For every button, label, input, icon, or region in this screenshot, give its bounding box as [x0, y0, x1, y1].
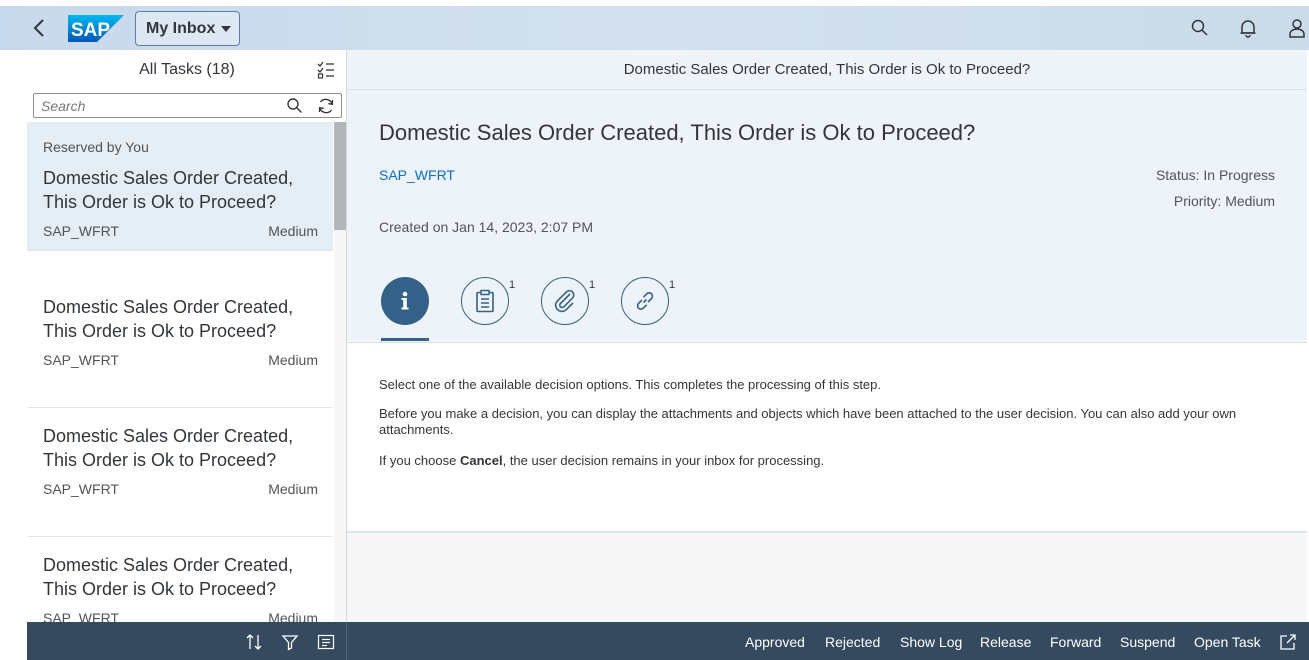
share-icon[interactable] [1279, 633, 1297, 651]
reserved-label: Reserved by You [43, 139, 149, 155]
suspend-button[interactable]: Suspend [1120, 634, 1175, 650]
task-user: SAP_WFRT [43, 481, 119, 497]
description-paragraph: If you choose Cancel, the user decision … [379, 453, 1279, 469]
task-count-title: All Tasks (18) [139, 61, 235, 78]
search-icon[interactable] [286, 97, 303, 114]
task-priority: Medium [268, 352, 318, 368]
scrollbar-thumb[interactable] [334, 122, 346, 230]
text-fragment: If you choose [379, 453, 460, 468]
attachment-icon [554, 289, 575, 313]
user-icon[interactable] [1287, 18, 1307, 38]
open-task-button[interactable]: Open Task [1194, 634, 1261, 650]
app-title: My Inbox [146, 19, 216, 37]
cancel-emphasis: Cancel [459, 453, 503, 468]
task-title: Domestic Sales Order Created, This Order… [43, 555, 294, 599]
shell-bar: SAP My Inbox [0, 6, 1309, 50]
created-date: Created on Jan 14, 2023, 2:07 PM [379, 219, 594, 235]
status-text: Status: In Progress [1155, 167, 1275, 183]
task-list: Reserved by You Domestic Sales Order Cre… [27, 122, 333, 622]
task-list-item[interactable]: Domestic Sales Order Created, This Order… [27, 279, 333, 408]
tab-notes[interactable] [461, 277, 509, 325]
refresh-icon[interactable] [317, 97, 335, 115]
detail-header: Domestic Sales Order Created, This Order… [347, 50, 1307, 90]
tab-attachments[interactable] [541, 277, 589, 325]
app-title-menu[interactable]: My Inbox [135, 11, 240, 46]
chevron-left-icon [33, 19, 44, 37]
search-icon[interactable] [1190, 18, 1210, 38]
link-icon [636, 292, 654, 310]
description-paragraph: Select one of the available decision opt… [379, 377, 881, 392]
show-log-button[interactable]: Show Log [900, 634, 962, 650]
master-footer [27, 622, 347, 660]
multi-select-icon[interactable] [317, 61, 335, 79]
task-priority: Medium [268, 610, 318, 622]
task-user: SAP_WFRT [43, 223, 119, 239]
detail-pane: Domestic Sales Order Created, This Order… [347, 50, 1307, 622]
task-user: SAP_WFRT [43, 352, 119, 368]
task-user: SAP_WFRT [43, 610, 119, 622]
text-fragment: , the user decision remains in your inbo… [502, 453, 825, 468]
tab-objects[interactable] [621, 277, 669, 325]
task-list-item[interactable]: Domestic Sales Order Created, This Order… [27, 408, 333, 537]
active-tab-indicator [381, 338, 429, 341]
attachments-count: 1 [589, 279, 596, 291]
task-list-item[interactable]: Domestic Sales Order Created, This Order… [27, 537, 333, 622]
priority-text: Priority: Medium [1173, 193, 1275, 209]
info-icon [401, 291, 409, 310]
approve-button[interactable]: Approved [745, 634, 805, 650]
task-detail-title: Domestic Sales Order Created, This Order… [379, 120, 976, 145]
caret-down-icon [221, 25, 232, 32]
forward-button[interactable]: Forward [1050, 634, 1101, 650]
sap-logo[interactable]: SAP [68, 15, 124, 42]
back-button[interactable] [26, 14, 52, 42]
description-panel: Select one of the available decision opt… [347, 342, 1307, 533]
master-header: All Tasks (18) [27, 50, 346, 90]
master-pane: All Tasks (18) Reserved by You Domestic … [27, 50, 347, 622]
bell-icon[interactable] [1238, 18, 1258, 38]
notes-count: 1 [509, 279, 516, 291]
tab-information[interactable] [381, 277, 429, 325]
sap-logo-text: SAP [71, 20, 110, 41]
task-priority: Medium [268, 223, 318, 239]
task-title: Domestic Sales Order Created, This Order… [43, 426, 294, 470]
task-list-item[interactable]: Reserved by You Domestic Sales Order Cre… [27, 122, 333, 251]
filter-icon[interactable] [281, 633, 299, 651]
objects-count: 1 [669, 279, 676, 291]
reject-button[interactable]: Rejected [825, 634, 880, 650]
detail-header-title: Domestic Sales Order Created, This Order… [623, 61, 1031, 78]
search-input[interactable] [34, 94, 279, 117]
sort-icon[interactable] [245, 633, 263, 651]
release-button[interactable]: Release [980, 634, 1031, 650]
search-field[interactable] [33, 93, 342, 118]
task-title: Domestic Sales Order Created, This Order… [43, 297, 294, 341]
task-priority: Medium [268, 481, 318, 497]
description-paragraph: Before you make a decision, you can disp… [379, 406, 1237, 437]
task-title: Domestic Sales Order Created, This Order… [43, 168, 294, 212]
list-scrollbar[interactable] [334, 122, 346, 622]
created-by-link[interactable]: SAP_WFRT [379, 167, 455, 183]
action-footer: Approved Rejected Show Log Release Forwa… [347, 622, 1309, 660]
notes-icon [476, 289, 494, 313]
group-icon[interactable] [317, 633, 335, 651]
